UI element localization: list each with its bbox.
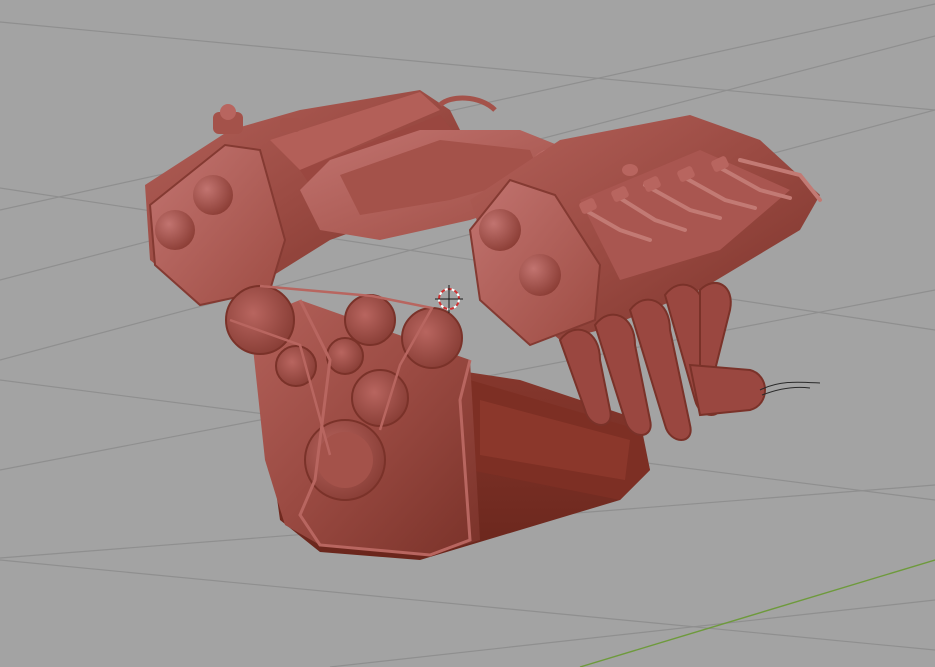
grid-line [0, 559, 935, 651]
grid-line [329, 599, 935, 667]
exhaust-wire [759, 381, 821, 391]
small-pulley [326, 337, 364, 375]
engine-model [145, 90, 822, 560]
pump-pulley [401, 307, 463, 369]
idler-pulley [344, 294, 396, 346]
floor-grid [0, 3, 935, 667]
bolt [479, 209, 521, 251]
x-axis-line [579, 559, 935, 667]
bolt [519, 254, 561, 296]
bolt [193, 175, 233, 215]
alternator-pulley [225, 285, 295, 355]
bolt [155, 210, 195, 250]
3d-viewport[interactable] [0, 0, 935, 667]
viewport-canvas[interactable] [0, 0, 935, 667]
breather-hose [438, 95, 497, 112]
water-pump-pulley [351, 369, 409, 427]
